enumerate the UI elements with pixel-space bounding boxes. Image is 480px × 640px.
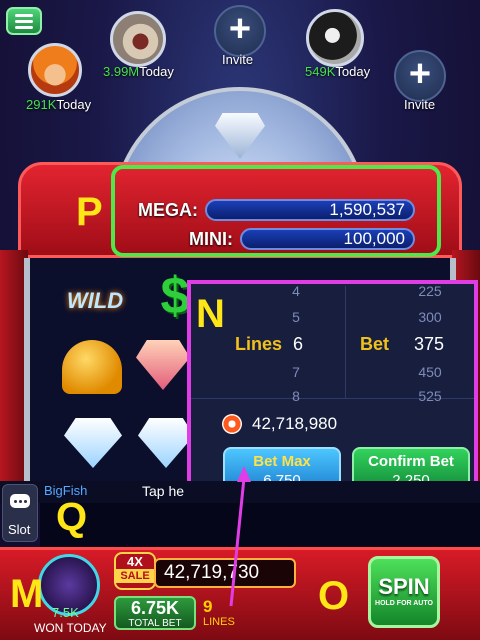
arrow-head-icon: [237, 466, 251, 482]
slot-game-screen: 291KToday 3.99MToday + Invite 549KToday …: [0, 0, 480, 640]
annotation-arrow: [229, 466, 251, 607]
arrow-line: [229, 477, 246, 607]
